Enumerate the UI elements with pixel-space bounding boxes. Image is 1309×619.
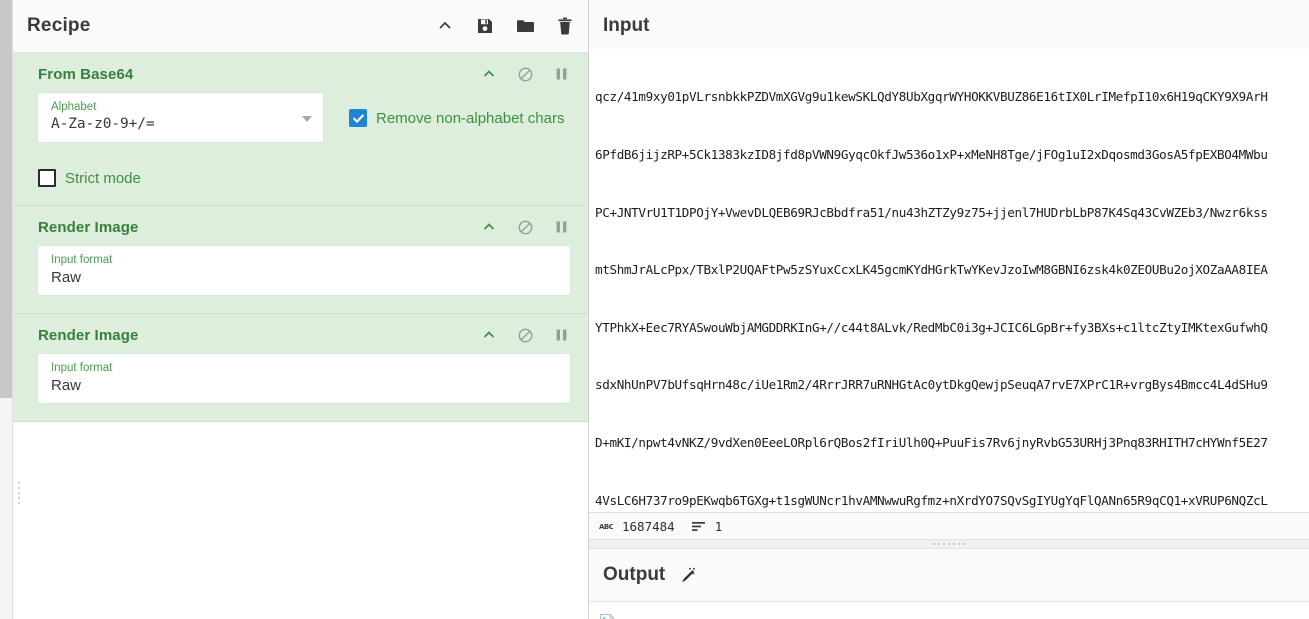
recipe-operation[interactable]: Render Image Input format Raw	[13, 206, 588, 314]
operation-title: Render Image	[38, 326, 139, 344]
strict-mode-option[interactable]: Strict mode	[38, 169, 570, 187]
recipe-operation[interactable]: From Base64 Alphabet A-Za-z0-9+/= Remove…	[13, 53, 588, 206]
save-icon[interactable]	[474, 15, 496, 37]
operation-body: Alphabet A-Za-z0-9+/= Remove non-alphabe…	[13, 93, 588, 205]
input-line: 6PfdB6jijzRP+5Ck1383kzID8jfd8pVWN9GyqcOk…	[595, 147, 1268, 162]
input-line: qcz/41m9xy01pVLrsnbkkPZDVmXGVg9u1kewSKLQ…	[595, 89, 1268, 105]
breakpoint-pause-icon[interactable]	[552, 218, 570, 236]
recipe-title: Recipe	[27, 15, 91, 36]
trash-icon[interactable]	[554, 15, 576, 37]
input-line: 4VsLC6H737ro9pEKwqb6TGXg+t1sgWUNcr1hvAMN…	[595, 492, 1268, 508]
input-title: Input	[603, 15, 650, 36]
collapse-icon[interactable]	[434, 15, 456, 37]
recipe-pane-splitter[interactable]	[13, 478, 25, 508]
input-format-label: Input format	[51, 362, 113, 374]
collapse-icon[interactable]	[480, 218, 498, 236]
input-format-input[interactable]: Input format Raw	[38, 354, 570, 403]
disable-icon[interactable]	[516, 218, 534, 236]
operation-controls	[480, 326, 576, 344]
disable-icon[interactable]	[516, 326, 534, 344]
input-line: mtShmJrALcPpx/TBxlP2UQAFtPw5zSYuxCcxLK45…	[595, 262, 1268, 278]
breakpoint-pause-icon[interactable]	[552, 65, 570, 83]
collapse-icon[interactable]	[480, 326, 498, 344]
alphabet-input[interactable]: Alphabet A-Za-z0-9+/=	[38, 93, 323, 142]
operation-header: Render Image	[13, 314, 588, 354]
remove-non-alphabet-chars-option[interactable]: Remove non-alphabet chars	[349, 109, 564, 127]
recipe-header-icons	[434, 15, 576, 37]
input-header: Input	[589, 0, 1309, 53]
io-pane: Input qcz/41m9xy01pVLrsnbkkPZDVmXGVg9u1k…	[589, 0, 1309, 619]
input-format-input[interactable]: Input format Raw	[38, 246, 570, 295]
cyberchef-app: Recipe From Base64 Alphabet A-Za-z0-9+/=…	[0, 0, 1309, 619]
strict-mode-label: Strict mode	[65, 169, 141, 187]
input-format-value: Raw	[51, 269, 82, 286]
input-line: sdxNhUnPV7bUfsqHrn48c/iUe1Rm2/4RrrJRR7uR…	[595, 377, 1268, 393]
operation-controls	[480, 218, 576, 236]
operation-header: Render Image	[13, 206, 588, 246]
operation-title: From Base64	[38, 65, 134, 83]
disable-icon[interactable]	[516, 65, 534, 83]
input-textarea[interactable]: qcz/41m9xy01pVLrsnbkkPZDVmXGVg9u1kewSKLQ…	[589, 49, 1309, 513]
alphabet-row: Alphabet A-Za-z0-9+/= Remove non-alphabe…	[38, 93, 570, 142]
scrollbar-thumb[interactable]	[0, 0, 12, 398]
operation-body: Input format Raw	[13, 354, 588, 421]
input-status-bar: ABC 1687484 1	[589, 512, 1309, 540]
output-area[interactable]	[589, 602, 1309, 619]
svg-text:ABC: ABC	[599, 523, 613, 531]
operation-title: Render Image	[38, 218, 139, 236]
input-format-label: Input format	[51, 254, 113, 266]
operation-controls	[480, 65, 576, 83]
output-header: Output	[589, 549, 1309, 603]
broken-image-icon	[599, 612, 617, 619]
alphabet-label: Alphabet	[51, 101, 97, 113]
input-line: YTPhkX+Eec7RYASwouWbjAMGDDRKInG+//c44t8A…	[595, 319, 1268, 335]
breakpoint-pause-icon[interactable]	[552, 326, 570, 344]
io-splitter[interactable]	[589, 539, 1309, 550]
magic-wand-icon[interactable]	[677, 564, 699, 586]
recipe-pane: Recipe From Base64 Alphabet A-Za-z0-9+/=…	[13, 0, 589, 619]
collapse-icon[interactable]	[480, 65, 498, 83]
recipe-operations-list[interactable]: From Base64 Alphabet A-Za-z0-9+/= Remove…	[13, 53, 588, 619]
operation-body: Input format Raw	[13, 246, 588, 313]
recipe-header: Recipe	[13, 0, 588, 53]
operations-list-scrollbar[interactable]	[0, 0, 13, 619]
alphabet-value: A-Za-z0-9+/=	[51, 116, 155, 132]
remove-non-alphabet-chars-label: Remove non-alphabet chars	[376, 109, 565, 127]
abc-icon: ABC	[599, 521, 613, 531]
output-title: Output	[603, 564, 666, 586]
input-line: PC+JNTVrU1T1DPOjY+VwevDLQEB69RJcBbdfra51…	[595, 204, 1268, 220]
chevron-down-icon[interactable]	[302, 115, 312, 122]
remove-non-alphabet-chars-checkbox[interactable]	[349, 109, 367, 127]
operation-header: From Base64	[13, 53, 588, 93]
folder-icon[interactable]	[514, 15, 536, 37]
input-lines-value: 1	[714, 518, 723, 534]
lines-icon	[691, 521, 706, 532]
strict-mode-checkbox[interactable]	[38, 169, 56, 187]
input-length-value: 1687484	[622, 518, 675, 534]
recipe-operation[interactable]: Render Image Input format Raw	[13, 314, 588, 422]
input-line: D+mKI/npwt4vNKZ/9vdXen0EeeLORpl6rQBos2fI…	[595, 434, 1268, 450]
input-format-value: Raw	[51, 377, 82, 394]
